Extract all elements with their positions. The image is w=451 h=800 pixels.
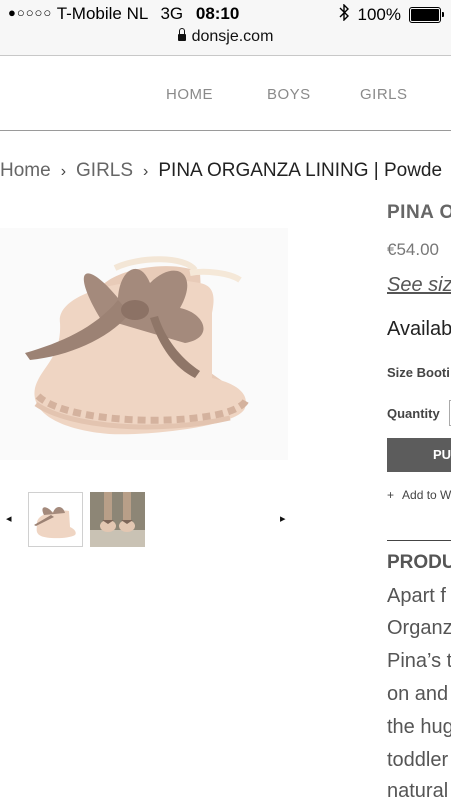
breadcrumb-girls[interactable]: GIRLS [76,160,133,181]
description-line: the hug [387,716,451,738]
carrier-name: T-Mobile NL [56,4,148,23]
battery-percent: 100% [357,5,401,24]
status-divider [0,55,451,56]
product-price: €54.00 [387,240,439,259]
description-line: toddler [387,749,449,771]
prev-arrow-icon[interactable]: ◂ [6,512,12,525]
battery-icon [409,7,444,23]
product-main-image[interactable] [0,228,288,460]
description-line: Apart f [387,585,446,607]
breadcrumb-separator: › [60,163,67,180]
breadcrumb-home[interactable]: Home [0,160,51,181]
description-heading: PRODU [387,552,451,573]
status-row: ●○○○○ T-Mobile NL 3G 08:10 100% [0,3,451,26]
breadcrumb-current: PINA ORGANZA LINING | Powde [158,160,443,181]
description-line: natural [387,780,449,800]
description-line: Pina’s t [387,650,451,672]
thumbnail-worn[interactable] [90,492,145,547]
description-line: on and [387,683,449,705]
next-arrow-icon[interactable]: ▸ [280,512,286,525]
add-to-wishlist-link[interactable]: + Add to W [387,488,451,502]
wishlist-label: Add to W [402,488,451,502]
url-text: donsje.com [191,28,274,45]
breadcrumb: Home › GIRLS › PINA ORGANZA LINING | Powde [0,160,451,188]
breadcrumb-separator: › [143,163,149,180]
booties-image [25,256,250,435]
quantity-label: Quantity [387,406,440,421]
description-line: Organz [387,617,451,639]
availability-text: Availab [387,318,451,340]
lock-icon [177,28,186,41]
main-nav: HOME BOYS GIRLS [0,60,451,131]
size-guide-link[interactable]: See siz [387,274,451,297]
nav-item-home[interactable]: HOME [166,86,213,103]
clock: 08:10 [195,4,240,23]
bluetooth-icon [339,3,350,26]
network-type: 3G [160,4,184,23]
nav-item-girls[interactable]: GIRLS [360,86,408,103]
size-label: Size Booti [387,365,450,380]
thumbnail-strip: ◂ ▸ [0,492,300,552]
status-left: ●○○○○ T-Mobile NL 3G 08:10 [8,4,239,24]
plus-icon: + [387,488,395,502]
thumbnail-booties[interactable] [28,492,83,547]
add-to-cart-button[interactable]: PU [387,438,451,472]
description-divider [387,540,451,541]
nav-item-boys[interactable]: BOYS [267,86,311,103]
status-right: 100% [339,3,444,26]
product-title: PINA O [387,202,451,223]
url-bar[interactable]: donsje.com [0,28,451,50]
product-details: PINA O €54.00 See siz Availab Size Booti… [387,200,451,800]
status-bar: ●○○○○ T-Mobile NL 3G 08:10 100% donsje.c… [0,0,451,56]
signal-icon: ●○○○○ [8,5,53,20]
